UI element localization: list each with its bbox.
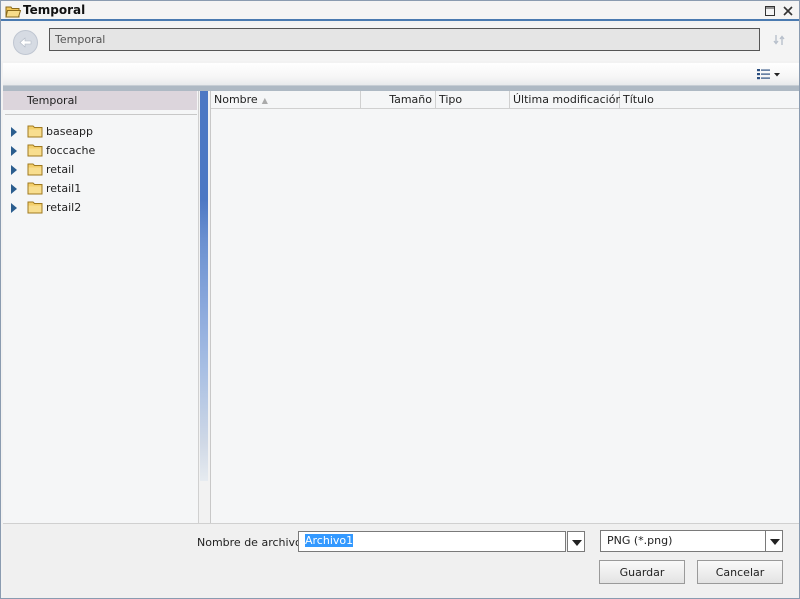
folder-icon [27,144,43,157]
details-view-icon [757,69,780,80]
folder-icon [27,163,43,176]
save-button[interactable]: Guardar [599,560,685,584]
expand-arrow-icon[interactable] [11,127,17,137]
back-arrow-icon [19,37,32,48]
refresh-button[interactable] [771,32,787,48]
tree-item-retail2[interactable]: retail2 [11,199,191,217]
filename-selected-text: Archivo1 [305,534,354,547]
folder-icon [27,201,43,214]
column-header-size[interactable]: Tamaño [361,91,436,109]
expand-arrow-icon[interactable] [11,165,17,175]
column-header-title[interactable]: Título [620,91,799,109]
file-list[interactable] [210,91,799,523]
refresh-icon [773,35,785,45]
close-icon [783,6,793,16]
maximize-button[interactable] [763,4,777,18]
expand-arrow-icon[interactable] [11,146,17,156]
column-header-name[interactable]: Nombre ▲ [211,91,361,109]
column-label: Nombre [214,93,258,106]
folder-icon [27,182,43,195]
tree-item-label: foccache [46,144,96,157]
tree-item-label: retail2 [46,201,82,214]
tree-divider [5,114,197,115]
tree-item-label: retail1 [46,182,82,195]
column-header-type[interactable]: Tipo [436,91,510,109]
chevron-down-icon [572,540,582,546]
filetype-dropdown-button[interactable] [765,530,783,552]
folder-open-icon [5,6,21,18]
tree-item-retail[interactable]: retail [11,161,191,179]
folder-icon [27,125,43,138]
expand-arrow-icon[interactable] [11,184,17,194]
tree-item-foccache[interactable]: foccache [11,142,191,160]
chevron-down-icon [770,539,780,545]
tree-item-baseapp[interactable]: baseapp [11,123,191,141]
maximize-icon [765,6,775,16]
filename-label: Nombre de archivo: [197,536,306,549]
window-title: Temporal [23,3,86,17]
save-dialog: Temporal Temporal Temporal baseapp focca… [0,0,800,599]
back-button[interactable] [13,30,38,55]
cancel-button[interactable]: Cancelar [697,560,783,584]
tree-root-header[interactable]: Temporal [3,91,197,110]
close-button[interactable] [781,4,795,18]
sort-ascending-icon: ▲ [261,96,268,105]
view-options-button[interactable] [756,67,782,83]
expand-arrow-icon[interactable] [11,203,17,213]
tree-item-label: retail [46,163,75,176]
pane-splitter[interactable] [200,91,208,481]
title-bar: Temporal [1,1,799,21]
path-field[interactable] [49,28,760,51]
filename-input[interactable]: Archivo1 [298,531,566,552]
navigation-bar [1,23,799,61]
filename-dropdown-button[interactable] [567,531,585,552]
tree-item-label: baseapp [46,125,93,138]
column-header-modified[interactable]: Última modificación [510,91,622,109]
toolbar-band [3,63,799,91]
filetype-select[interactable]: PNG (*.png) [600,530,766,552]
tree-item-retail1[interactable]: retail1 [11,180,191,198]
